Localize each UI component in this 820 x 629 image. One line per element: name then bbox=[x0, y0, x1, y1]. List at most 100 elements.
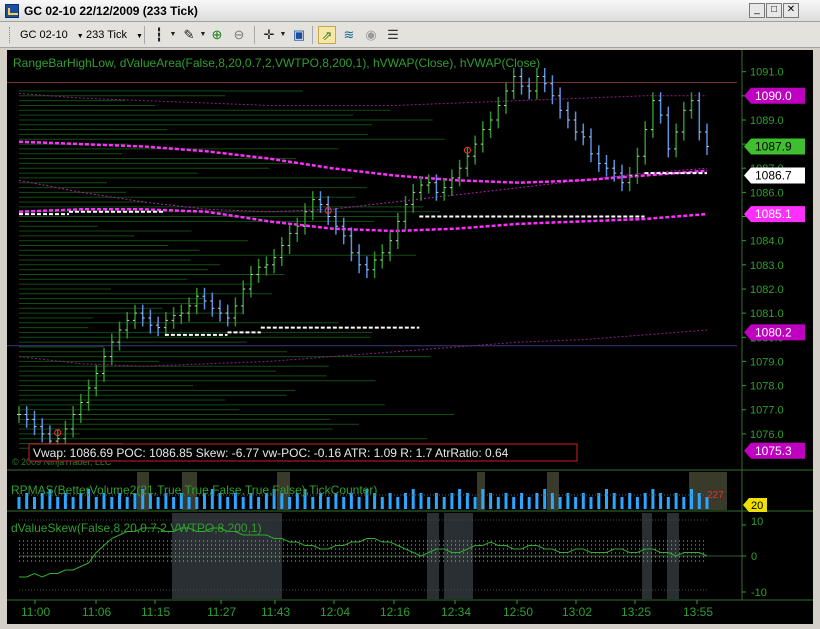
volume-bar bbox=[458, 489, 462, 509]
price-tick-label: 1079.0 bbox=[750, 356, 784, 368]
instrument-value: GC 02-10 bbox=[20, 29, 68, 41]
skew-tick-label: -10 bbox=[751, 587, 767, 599]
price-tick-label: 1076.0 bbox=[750, 429, 784, 441]
panel1-indicator-label: RangeBarHighLow, dValueArea(False,8,20,0… bbox=[13, 56, 540, 70]
volume-bar bbox=[666, 497, 670, 509]
instrument-dropdown[interactable]: GC 02-10 ▼ bbox=[20, 27, 84, 43]
volume-bar bbox=[473, 497, 477, 509]
panel3-indicator-label: dValueSkew(False,8,20,0.7,2,VWTPO,8,200,… bbox=[11, 521, 262, 535]
time-tick-label: 11:15 bbox=[141, 605, 170, 619]
volume-bar bbox=[156, 497, 160, 509]
volume-bar bbox=[527, 497, 531, 509]
close-button[interactable]: ✕ bbox=[783, 3, 799, 18]
toolbar-separator bbox=[144, 26, 145, 44]
volume-bar bbox=[56, 497, 60, 509]
strategies-icon[interactable]: ☰ bbox=[384, 26, 402, 44]
price-marker-label: 1080.2 bbox=[755, 325, 792, 339]
properties-icon[interactable]: ▣ bbox=[290, 26, 308, 44]
volume-bar bbox=[411, 489, 415, 509]
volume-bar bbox=[690, 489, 693, 509]
time-tick-label: 11:06 bbox=[82, 605, 111, 619]
toolbar-grip[interactable] bbox=[9, 27, 13, 43]
price-tick-label: 1086.0 bbox=[750, 187, 784, 199]
price-tick-label: 1077.0 bbox=[750, 405, 784, 417]
price-tick-label: 1089.0 bbox=[750, 115, 784, 127]
price-marker-label: 1075.3 bbox=[755, 444, 792, 458]
volume-bar bbox=[71, 497, 75, 509]
indicators-icon[interactable]: ◉ bbox=[362, 26, 380, 44]
price-tick-label: 1081.0 bbox=[750, 308, 784, 320]
zoom-out-icon[interactable]: ⊖ bbox=[230, 26, 248, 44]
volume-bar bbox=[442, 497, 446, 509]
price-tick-label: 1091.0 bbox=[750, 67, 784, 79]
price-tick-label: 1082.0 bbox=[750, 284, 784, 296]
volume-bar bbox=[110, 497, 114, 509]
volume-bar bbox=[241, 497, 245, 509]
period-value: 233 Tick bbox=[86, 29, 127, 41]
chart-canvas[interactable]: 1091.01090.01089.01088.01087.01086.01085… bbox=[7, 50, 813, 624]
volume-bar bbox=[574, 497, 578, 509]
volume-bar bbox=[620, 497, 624, 509]
volume-bar bbox=[195, 497, 199, 509]
time-tick-label: 12:16 bbox=[380, 605, 410, 619]
volume-bar bbox=[496, 497, 500, 509]
app-icon bbox=[5, 4, 19, 18]
volume-bar bbox=[288, 497, 292, 509]
chevron-down-icon: ▼ bbox=[136, 33, 143, 40]
title-bar[interactable]: GC 02-10 22/12/2009 (233 Tick) _ □ ✕ bbox=[0, 0, 820, 22]
volume-bar bbox=[651, 489, 655, 509]
vwap-line bbox=[18, 140, 708, 184]
chart-trader-icon[interactable]: ≋ bbox=[340, 26, 358, 44]
volume-bar bbox=[226, 497, 230, 509]
time-axis: 11:00 11:06 11:15 11:27 11:43 12:04 12:16 12:34… bbox=[21, 600, 713, 619]
volume-bar bbox=[481, 489, 485, 509]
time-tick-label: 12:34 bbox=[441, 605, 471, 619]
time-tick-label: 13:02 bbox=[562, 605, 592, 619]
volume-bar bbox=[17, 497, 21, 509]
volume-bar bbox=[380, 497, 384, 509]
time-tick-label: 11:00 bbox=[21, 605, 50, 619]
volume-bar bbox=[172, 497, 176, 509]
volume-value-label: 227 bbox=[707, 490, 724, 501]
volume-bar bbox=[33, 497, 36, 509]
data-box-icon[interactable]: ⇗ bbox=[318, 26, 336, 44]
volume-bar bbox=[558, 497, 562, 509]
period-dropdown[interactable]: 233 Tick ▼ bbox=[86, 27, 143, 43]
volume-bar bbox=[635, 497, 639, 509]
price-tick-label: 1084.0 bbox=[750, 236, 784, 248]
volume-marker-label: 20 bbox=[751, 500, 763, 512]
ma-line bbox=[18, 329, 708, 367]
time-tick-label: 11:27 bbox=[207, 605, 236, 619]
maximize-button[interactable]: □ bbox=[766, 3, 782, 18]
time-tick-label: 13:55 bbox=[683, 605, 713, 619]
toolbar-separator bbox=[312, 26, 313, 44]
moving-averages bbox=[7, 82, 737, 347]
volume-bar bbox=[589, 497, 593, 509]
skew-tick-label: 10 bbox=[751, 516, 763, 528]
volume-bar bbox=[396, 497, 400, 509]
chart-svg: 1091.01090.01089.01088.01087.01086.01085… bbox=[7, 50, 813, 619]
toolbar-separator bbox=[254, 26, 255, 44]
time-tick-label: 12:50 bbox=[503, 605, 533, 619]
price-tick-label: 1083.0 bbox=[750, 260, 784, 272]
vwap-line bbox=[18, 208, 708, 233]
zoom-in-icon[interactable]: ⊕ bbox=[208, 26, 226, 44]
volume-bar bbox=[427, 497, 431, 509]
ma-line bbox=[18, 92, 707, 106]
price-tick-label: 1078.0 bbox=[750, 381, 784, 393]
volume-bar bbox=[94, 497, 98, 509]
chart-window: GC 02-10 22/12/2009 (233 Tick) _ □ ✕ GC … bbox=[0, 0, 820, 629]
volume-bar bbox=[512, 497, 516, 509]
price-marker-label: 1085.1 bbox=[755, 207, 792, 221]
info-box-text: Vwap: 1086.69 POC: 1086.85 Skew: -6.77 v… bbox=[33, 446, 509, 460]
volume-bar bbox=[357, 497, 361, 509]
chevron-down-icon: ▼ bbox=[76, 33, 84, 40]
price-marker-label: 1086.7 bbox=[755, 169, 792, 183]
window-title: GC 02-10 22/12/2009 (233 Tick) bbox=[24, 4, 198, 18]
minimize-button[interactable]: _ bbox=[749, 3, 765, 18]
time-tick-label: 12:04 bbox=[320, 605, 350, 619]
skew-tick-label: 0 bbox=[751, 551, 757, 563]
volume-bar bbox=[311, 497, 315, 509]
volume-bar bbox=[326, 497, 330, 509]
time-tick-label: 13:25 bbox=[621, 605, 651, 619]
